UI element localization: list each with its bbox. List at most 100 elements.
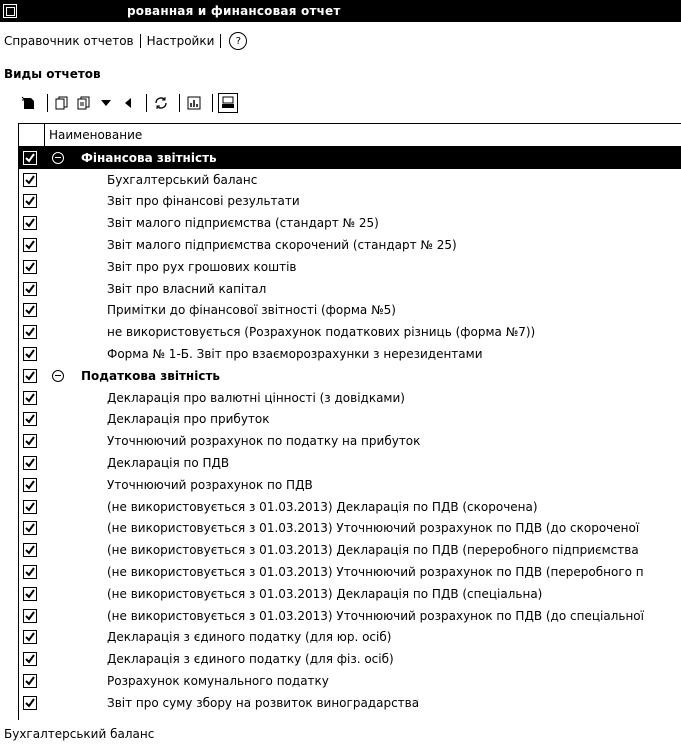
collapse-icon[interactable] [52,369,64,382]
list-item[interactable]: (не використовується з 01.03.2013) Декла… [19,496,681,518]
checkbox[interactable] [23,477,37,492]
grid-header: Наименование [19,124,681,147]
dropdown-arrow-icon[interactable] [97,94,115,112]
checkbox[interactable] [23,281,37,296]
toolbar [20,91,242,115]
item-label: Уточнюючий розрахунок по ПДВ [107,477,313,492]
item-label: Звіт малого підприємства (стандарт № 25) [107,216,379,231]
checkbox[interactable] [23,674,37,689]
item-label: Декларація по ПДВ [107,456,230,471]
list-item[interactable]: Звіт малого підприємства скорочений (ста… [19,234,681,256]
item-label: (не використовується з 01.03.2013) Декла… [107,499,538,514]
title-bar: рованная и финансовая отчет [0,0,681,22]
item-label: Розрахунок комунального податку [107,674,329,689]
item-label: Звіт про суму збору на розвиток виноград… [107,695,420,710]
checkbox[interactable] [23,238,37,253]
checkbox[interactable] [23,434,37,449]
menu-separator [220,34,222,48]
collapse-icon[interactable] [52,151,64,164]
list-item[interactable]: Декларація про валютні цінності (з довід… [19,387,681,409]
back-arrow-icon[interactable] [119,94,137,112]
item-label: Бухгалтерський баланс [107,172,258,187]
list-item[interactable]: Уточнюючий розрахунок по ПДВ [19,474,681,496]
item-label: Декларація про валютні цінності (з довід… [107,390,405,405]
list-item[interactable]: Звіт про рух грошових коштів [19,256,681,278]
list-item[interactable]: Примітки до фінансової звітності (форма … [19,300,681,322]
print-preview-icon[interactable] [218,93,238,113]
column-header-name[interactable]: Наименование [45,128,142,142]
list-item[interactable]: Розрахунок комунального податку [19,670,681,692]
checkbox[interactable] [23,150,37,165]
item-label: (не використовується з 01.03.2013) Декла… [107,586,543,601]
reports-grid: Наименование Фінансова звітність Бухгалте… [18,123,681,720]
copy-folder-icon[interactable] [75,94,93,112]
list-item[interactable]: (не використовується з 01.03.2013) Уточн… [19,605,681,627]
group-row[interactable]: Податкова звітність [19,365,681,387]
list-item[interactable]: (не використовується з 01.03.2013) Декла… [19,583,681,605]
menu-reports-directory[interactable]: Справочник отчетов [0,34,138,48]
list-item[interactable]: Бухгалтерський баланс [19,169,681,191]
window-title: рованная и финансовая отчет [127,4,341,18]
list-item[interactable]: Декларація по ПДВ [19,452,681,474]
checkbox[interactable] [23,368,37,383]
item-label: Декларація з єдиного податку (для фіз. о… [107,652,394,667]
item-label: (не використовується з 01.03.2013) Уточн… [107,521,640,536]
list-item[interactable]: Уточнюючий розрахунок по податку на приб… [19,430,681,452]
checkbox[interactable] [23,194,37,209]
list-item[interactable]: Звіт про власний капітал [19,278,681,300]
list-item[interactable]: (не використовується з 01.03.2013) Уточн… [19,518,681,540]
checkbox[interactable] [23,608,37,623]
copy-icon[interactable] [53,94,71,112]
app-icon [3,4,17,18]
checkbox[interactable] [23,586,37,601]
group-row[interactable]: Фінансова звітність [19,147,681,169]
help-icon[interactable]: ? [229,32,248,50]
toolbar-separator [179,94,180,112]
checkbox[interactable] [23,259,37,274]
checkbox[interactable] [23,456,37,471]
item-label: (не використовується з 01.03.2013) Уточн… [107,608,644,623]
menu-bar: Справочник отчетов Настройки ? [0,30,248,52]
list-item[interactable]: (не використовується з 01.03.2013) Декла… [19,539,681,561]
list-item[interactable]: Форма № 1-Б. Звіт про взаєморозрахунки з… [19,343,681,365]
toolbar-separator [146,94,147,112]
list-item[interactable]: Звіт про фінансові результати [19,191,681,213]
list-item[interactable]: (не використовується з 01.03.2013) Уточн… [19,561,681,583]
menu-separator [139,34,141,48]
item-label: Декларація про прибуток [107,412,270,427]
checkbox[interactable] [23,347,37,362]
checkbox[interactable] [23,412,37,427]
toolbar-separator [212,94,213,112]
checkbox[interactable] [23,499,37,514]
item-label: Звіт про фінансові результати [107,194,300,209]
checkbox[interactable] [23,630,37,645]
list-item[interactable]: Звіт малого підприємства (стандарт № 25) [19,212,681,234]
list-item[interactable]: Звіт про суму збору на розвиток виноград… [19,692,681,714]
checkbox[interactable] [23,390,37,405]
checkbox[interactable] [23,172,37,187]
chart-icon[interactable] [185,94,203,112]
item-label: Декларація з єдиного податку (для юр. ос… [107,630,392,645]
group-label: Фінансова звітність [81,150,217,165]
list-item[interactable]: Декларація з єдиного податку (для фіз. о… [19,648,681,670]
list-item[interactable]: Декларація про прибуток [19,409,681,431]
checkbox[interactable] [23,652,37,667]
list-item[interactable]: не використовується (Розрахунок податков… [19,321,681,343]
checkbox[interactable] [23,543,37,558]
item-label: Уточнюючий розрахунок по податку на приб… [107,434,421,449]
checkbox[interactable] [23,303,37,318]
checkbox[interactable] [23,521,37,536]
item-label: Форма № 1-Б. Звіт про взаєморозрахунки з… [107,347,483,362]
refresh-icon[interactable] [152,94,170,112]
menu-settings[interactable]: Настройки [143,34,219,48]
section-title: Виды отчетов [4,67,101,81]
checkbox[interactable] [23,325,37,340]
checkbox[interactable] [23,565,37,580]
new-report-icon[interactable] [20,94,38,112]
toolbar-separator [47,94,48,112]
group-label: Податкова звітність [81,368,220,383]
item-label: Примітки до фінансової звітності (форма … [107,303,396,318]
list-item[interactable]: Декларація з єдиного податку (для юр. ос… [19,627,681,649]
checkbox[interactable] [23,216,37,231]
checkbox[interactable] [23,695,37,710]
